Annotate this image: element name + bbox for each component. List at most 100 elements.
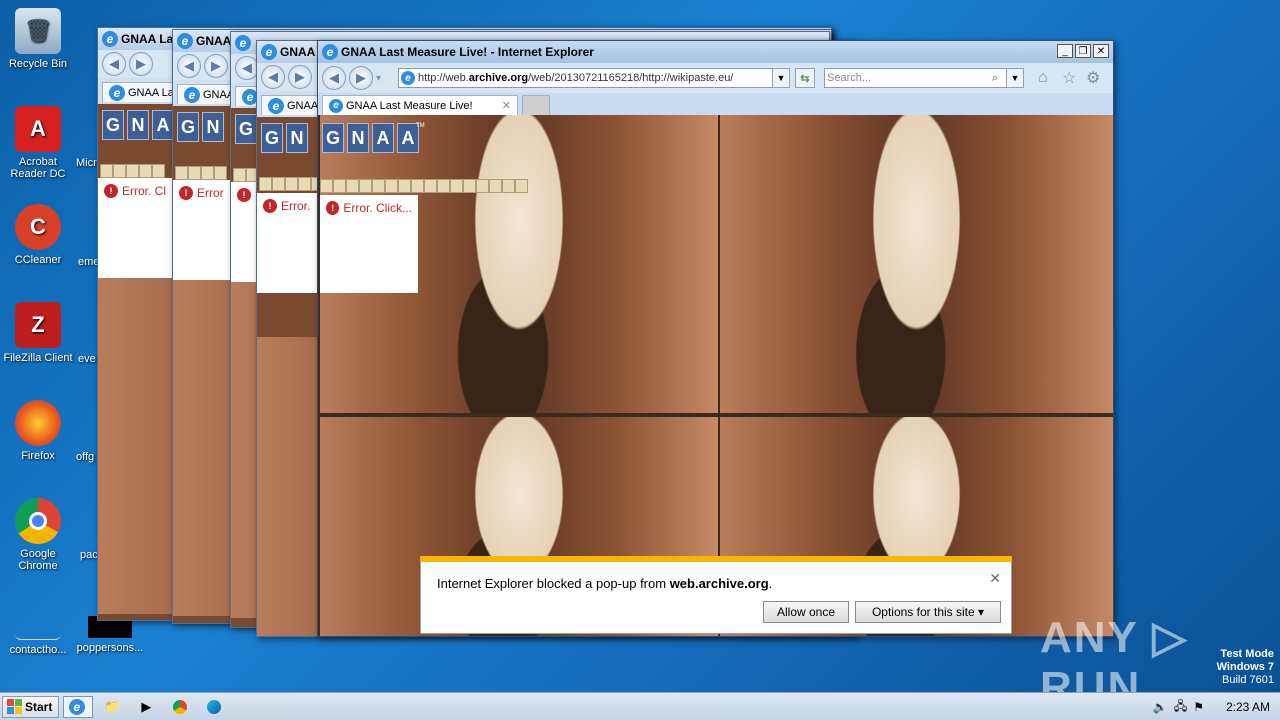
desktop-icon-label: Google Chrome xyxy=(18,548,58,572)
address-bar[interactable]: e http://web. archive.org/web/20130721165… xyxy=(398,68,790,88)
error-link[interactable]: ! xyxy=(231,182,259,208)
desktop-partial-label: eve xyxy=(78,353,96,365)
page-image xyxy=(720,115,1113,413)
trademark: TM xyxy=(416,123,425,129)
clock[interactable]: 2:23 AM xyxy=(1226,700,1270,714)
error-link[interactable]: ! Error xyxy=(173,180,231,206)
desktop-icon-label: poppersons... xyxy=(76,642,144,654)
forward-icon[interactable]: ▶ xyxy=(204,54,228,78)
gnaa-logo: GN xyxy=(261,123,308,153)
image-strip xyxy=(320,179,528,193)
nav-row: ◀ ▶ ▾ e http://web. archive.org/web/20130… xyxy=(318,63,1113,93)
taskbar-chrome-icon[interactable] xyxy=(165,696,195,718)
gnaa-logo: G xyxy=(235,114,257,144)
address-suffix: /web/20130721165218/http://wikipaste.eu/ xyxy=(528,72,734,84)
history-dropdown-icon[interactable]: ▾ xyxy=(376,73,381,84)
taskbar-explorer-icon[interactable]: 📁 xyxy=(97,696,127,718)
chrome-icon xyxy=(15,498,61,544)
action-center-flag-icon[interactable]: ⚑ xyxy=(1193,700,1204,714)
search-dropdown-icon[interactable]: ▼ xyxy=(1006,68,1024,88)
error-icon: ! xyxy=(326,201,340,215)
error-text: Error. Cl xyxy=(121,184,166,198)
speaker-icon[interactable]: 🔈 xyxy=(1153,700,1168,714)
taskbar-ie-icon[interactable]: e xyxy=(63,695,94,718)
desktop-icon-firefox[interactable]: Firefox xyxy=(0,400,76,462)
minimize-icon[interactable]: _ xyxy=(1057,44,1073,58)
ie-icon: e xyxy=(184,86,200,103)
ie-icon: e xyxy=(109,84,125,101)
desktop-partial-label: offg xyxy=(76,451,95,463)
error-box: ! Error xyxy=(173,180,231,280)
gnaa-logo: G N A A xyxy=(322,123,419,153)
start-label: Start xyxy=(25,699,53,714)
error-text: Error. xyxy=(281,199,311,213)
back-icon[interactable]: ◀ xyxy=(102,52,126,76)
desktop-icon-chrome[interactable]: Google Chrome xyxy=(0,498,76,572)
close-icon[interactable]: ✕ xyxy=(989,570,1001,587)
image-strip xyxy=(259,177,324,191)
firefox-icon xyxy=(15,400,61,446)
taskbar-edge-icon[interactable] xyxy=(199,696,229,718)
taskbar-media-player-icon[interactable]: ▶ xyxy=(131,696,161,718)
ie-icon: e xyxy=(102,31,118,47)
forward-icon[interactable]: ▶ xyxy=(349,66,373,90)
forward-icon[interactable]: ▶ xyxy=(129,52,153,76)
ie-icon: e xyxy=(268,97,284,114)
error-box: ! Error. xyxy=(257,193,319,293)
favorites-star-icon[interactable]: ☆ xyxy=(1062,68,1076,88)
new-tab-button[interactable] xyxy=(522,95,550,115)
back-icon[interactable]: ◀ xyxy=(322,66,346,90)
options-for-site-button[interactable]: Options for this site ▾ xyxy=(855,601,1001,623)
tab[interactable]: e GNAA xyxy=(261,95,326,115)
address-domain: archive.org xyxy=(468,72,529,84)
ie-icon: e xyxy=(322,44,338,60)
desktop-icon-poppersons[interactable]: poppersons... xyxy=(72,616,148,654)
window-controls: _ ❐ ✕ xyxy=(1057,44,1109,58)
recycle-bin-icon: 🗑 xyxy=(15,8,61,54)
error-box: ! Error. Click... xyxy=(320,195,418,293)
title-bar[interactable]: e GNAA Last Measure Live! - Internet Exp… xyxy=(318,41,1113,63)
refresh-icon[interactable]: ⇆ xyxy=(795,68,815,88)
ie-icon: e xyxy=(235,35,251,51)
address-dropdown-icon[interactable]: ▼ xyxy=(772,68,790,88)
error-box: ! xyxy=(231,182,259,282)
file-icon xyxy=(15,618,61,640)
close-icon[interactable]: ✕ xyxy=(1093,44,1109,58)
desktop-icon-label: Recycle Bin xyxy=(8,58,68,70)
home-icon[interactable]: ⌂ xyxy=(1038,69,1048,87)
error-icon: ! xyxy=(263,199,277,213)
filezilla-icon: Z xyxy=(15,302,61,348)
desktop-icon-acrobat[interactable]: A Acrobat Reader DC xyxy=(0,106,76,180)
desktop-icon-filezilla[interactable]: Z FileZilla Client xyxy=(0,302,76,364)
error-link[interactable]: ! Error. xyxy=(257,193,319,219)
restore-icon[interactable]: ❐ xyxy=(1075,44,1091,58)
tab-active[interactable]: e GNAA Last Measure Live! ✕ xyxy=(322,95,518,115)
search-icon[interactable]: ⌕ xyxy=(986,68,1004,88)
error-icon: ! xyxy=(237,188,251,202)
desktop-icon-recycle-bin[interactable]: 🗑 Recycle Bin xyxy=(0,8,76,70)
search-placeholder: Search... xyxy=(827,72,872,84)
tab-close-icon[interactable]: ✕ xyxy=(502,99,511,112)
address-prefix: http://web. xyxy=(418,72,469,84)
image-strip xyxy=(100,164,165,178)
error-icon: ! xyxy=(104,184,118,198)
notification-domain: web.archive.org xyxy=(669,576,769,591)
desktop-icon-ccleaner[interactable]: C CCleaner xyxy=(0,204,76,266)
forward-icon[interactable]: ▶ xyxy=(288,65,312,89)
back-icon[interactable]: ◀ xyxy=(261,65,285,89)
back-icon[interactable]: ◀ xyxy=(177,54,201,78)
network-icon[interactable]: 🖧 xyxy=(1174,697,1187,718)
ie-window-main[interactable]: e GNAA Last Measure Live! - Internet Exp… xyxy=(317,40,1114,637)
error-link[interactable]: ! Error. Cl xyxy=(98,178,172,204)
desktop-icon-label: contactho... xyxy=(9,644,67,656)
gnaa-logo: GN xyxy=(177,112,224,142)
error-text: Error. Click... xyxy=(343,201,412,215)
start-button[interactable]: Start xyxy=(2,695,60,718)
allow-once-button[interactable]: Allow once xyxy=(763,601,849,623)
error-box: ! Error. Cl xyxy=(98,178,172,278)
settings-gear-icon[interactable]: ⚙ xyxy=(1086,68,1100,88)
ccleaner-icon: C xyxy=(15,204,61,250)
error-link[interactable]: ! Error. Click... xyxy=(320,195,418,221)
desktop-icon-contactho[interactable]: contactho... xyxy=(0,618,76,656)
desktop-icon-label: Firefox xyxy=(21,450,55,462)
